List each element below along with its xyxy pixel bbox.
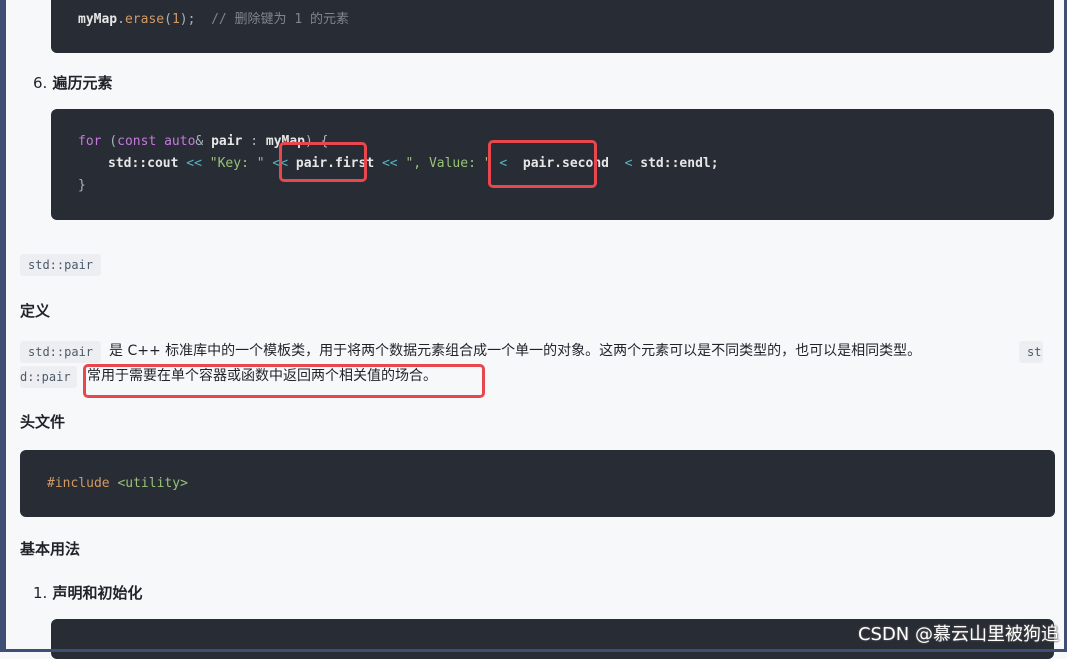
- list-item-declare-init: 1. 声明和初始化: [33, 582, 143, 603]
- code-token: <: [624, 156, 641, 171]
- code-token: auto: [164, 134, 196, 149]
- code-token: myMap: [78, 12, 118, 27]
- highlight-pair-first: [279, 142, 367, 182]
- code-comment: // 删除键为 1 的元素: [211, 12, 350, 27]
- code-token: <<: [381, 156, 406, 171]
- code-token: std::cout: [108, 156, 179, 171]
- watermark: CSDN @慕云山里被狗追: [857, 624, 1059, 645]
- code-token: ", Value: ": [405, 156, 492, 171]
- code-token: :: [242, 134, 266, 149]
- list-item-traverse: 6. 遍历元素: [33, 72, 113, 93]
- list-title: 遍历元素: [52, 74, 113, 92]
- highlight-pair-second: [488, 140, 597, 188]
- code-token: erase: [124, 12, 165, 27]
- list-title: 声明和初始化: [52, 584, 143, 602]
- code-token: <<: [178, 156, 210, 171]
- section-title-definition: 定义: [20, 302, 51, 320]
- code-token: <utility>: [117, 476, 188, 491]
- section-title-basic-usage: 基本用法: [20, 540, 81, 558]
- inline-code-std-pair: std::pair: [20, 254, 102, 276]
- code-block-include: #include <utility>: [20, 450, 1055, 517]
- inline-code-std-pair-end: d::pair: [20, 366, 77, 388]
- inline-code-std-pair: std::pair: [20, 341, 102, 363]
- list-number: 1.: [33, 584, 48, 602]
- code-token: pair: [211, 134, 243, 149]
- code-token: (: [101, 134, 118, 149]
- window-frame-left: [0, 0, 6, 652]
- code-token: #include: [47, 476, 110, 491]
- code-token: "Key: ": [209, 156, 265, 171]
- code-token: std::endl;: [640, 156, 719, 171]
- code-token: const: [117, 134, 157, 149]
- paragraph-text: 是 C++ 标准库中的一个模板类，用于将两个数据元素组合成一个单一的对象。这两个…: [109, 343, 922, 359]
- code-token: &: [195, 134, 204, 149]
- list-number: 6.: [33, 74, 48, 92]
- inline-code-std-pair-start: st: [1019, 341, 1044, 363]
- code-token: for: [78, 134, 102, 149]
- code-token: 1: [171, 12, 180, 27]
- highlight-usage-sentence: [83, 364, 485, 398]
- section-title-header-file: 头文件: [20, 413, 66, 431]
- code-token: }: [78, 178, 86, 193]
- code-block-erase: myMap.erase(1); // 删除键为 1 的元素: [51, 0, 1054, 53]
